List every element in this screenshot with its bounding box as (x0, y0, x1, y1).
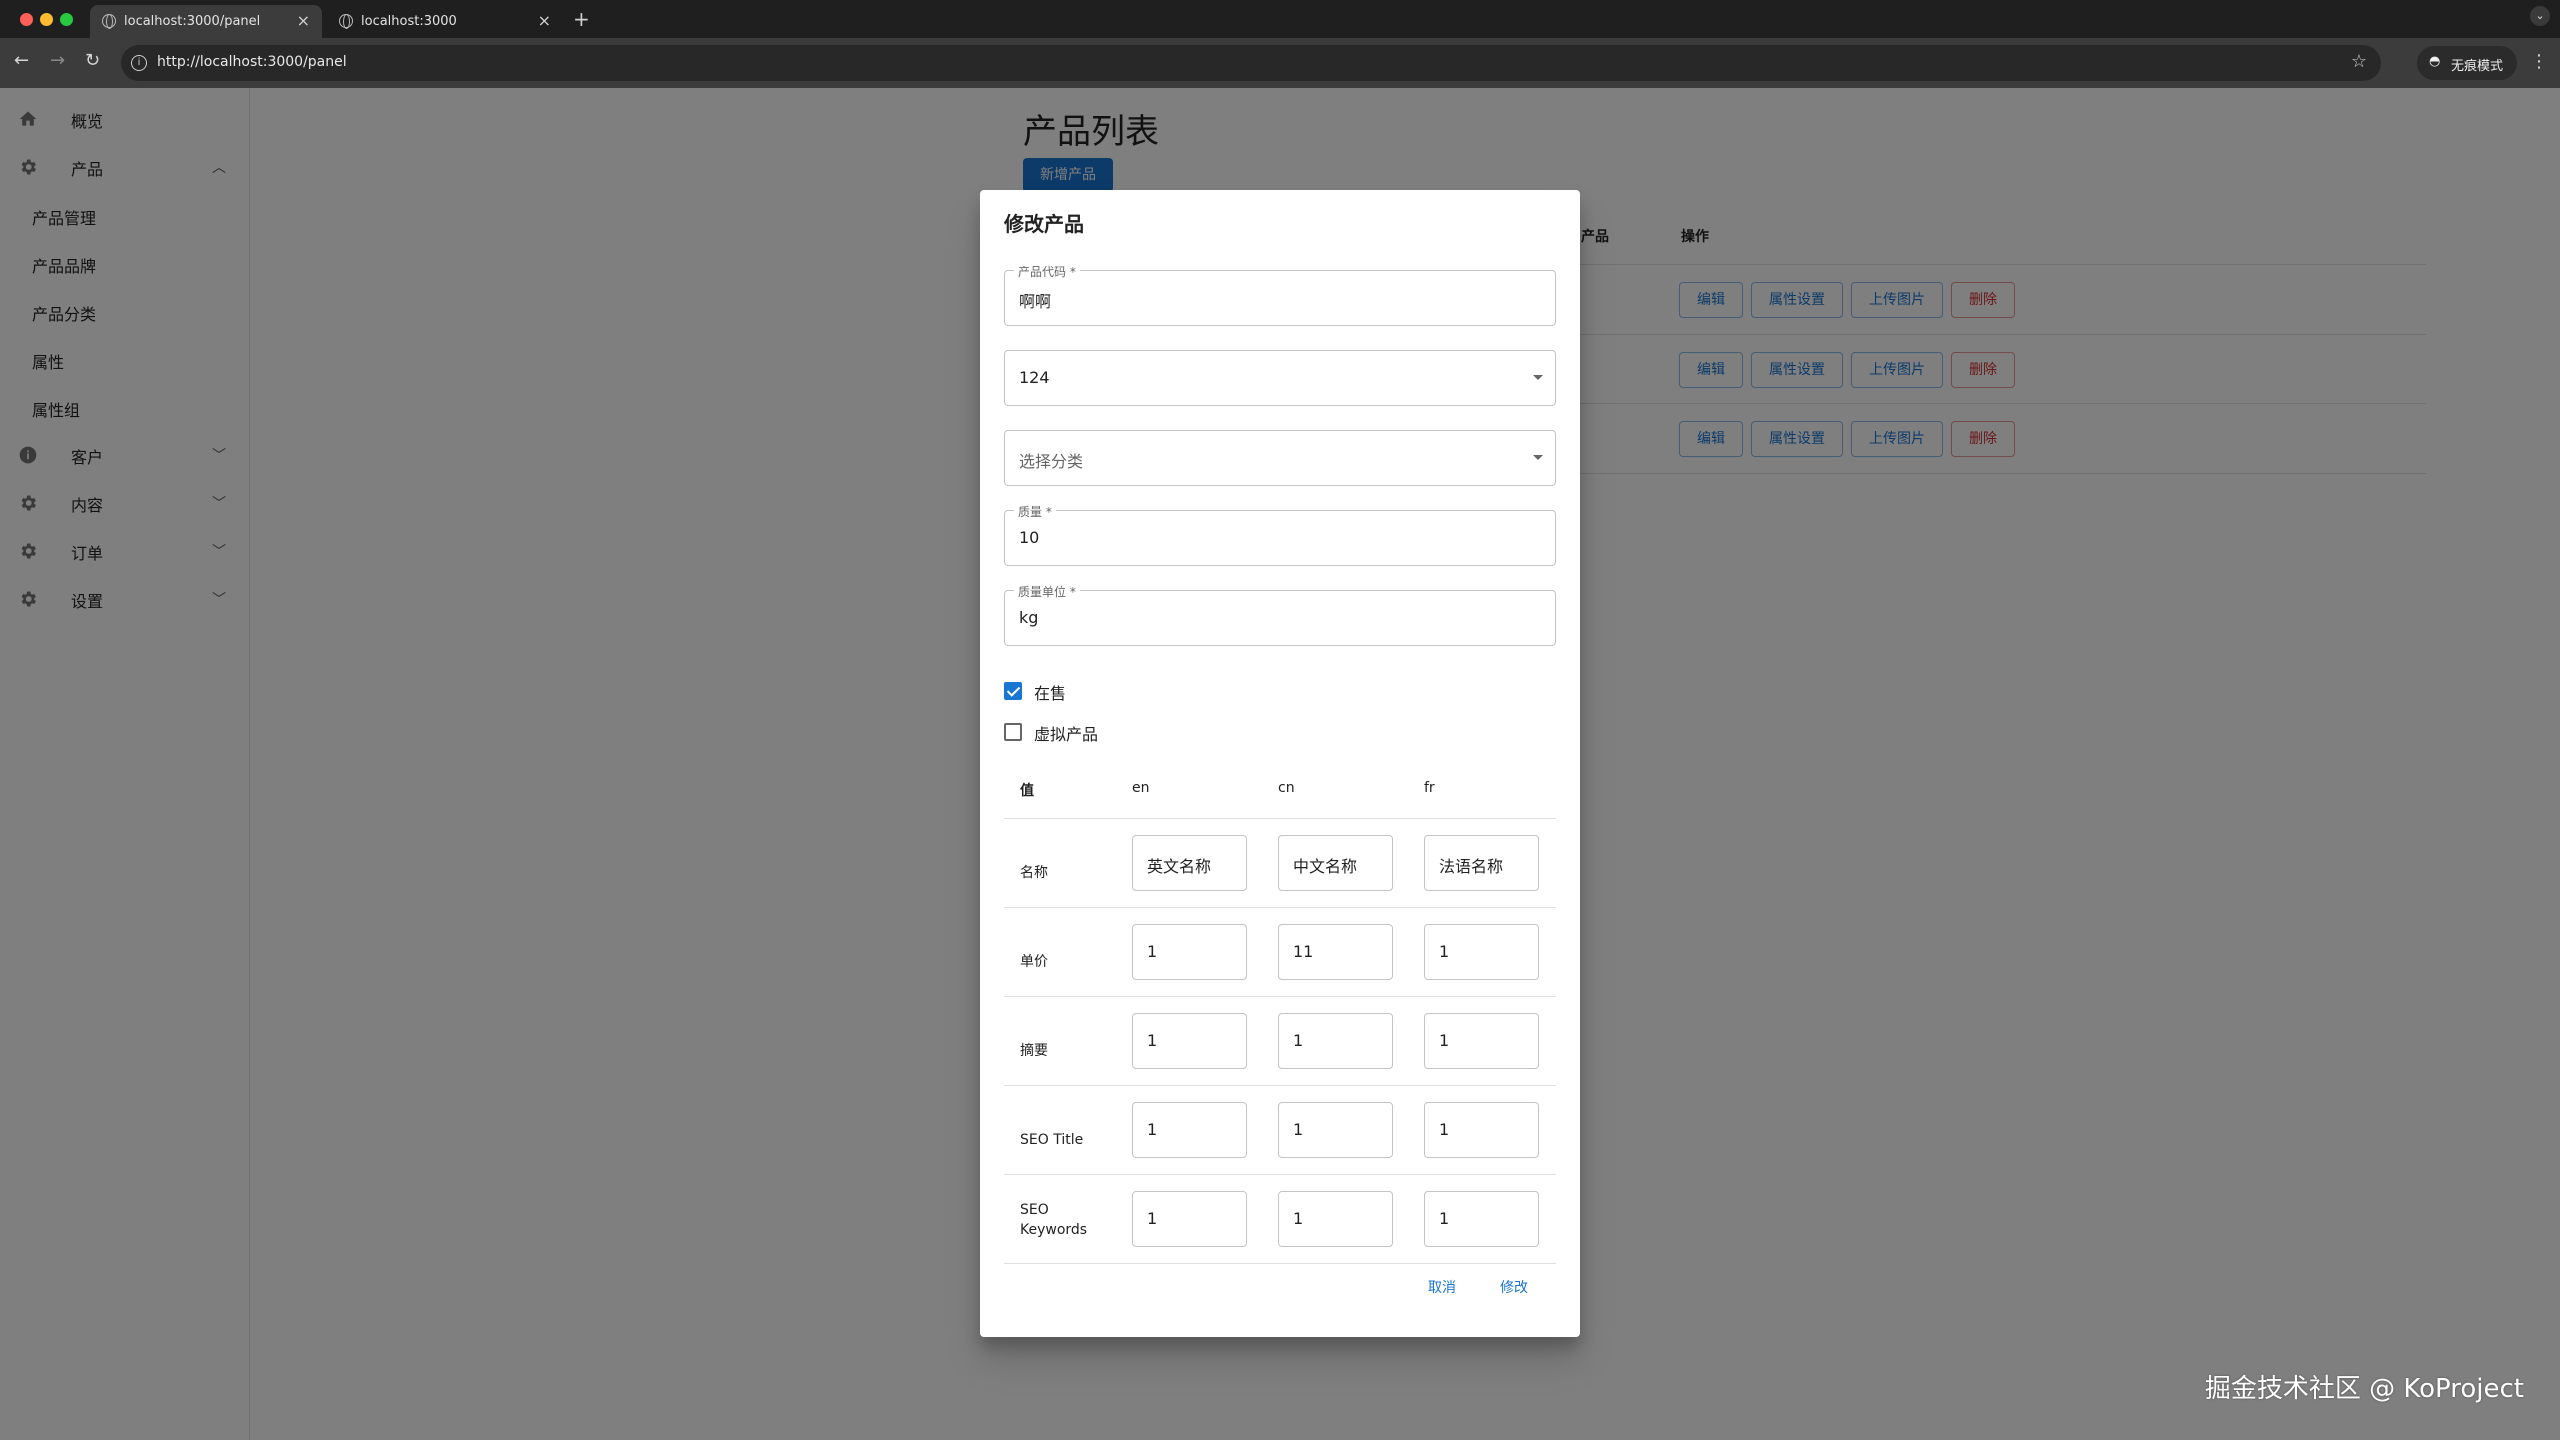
input-value: 1 (1439, 1031, 1450, 1050)
back-arrow-icon[interactable]: ← (14, 51, 29, 71)
reload-icon[interactable]: ↻ (85, 51, 100, 71)
address-bar[interactable]: i http://localhost:3000/panel ☆ (121, 45, 2381, 81)
window-close-button[interactable] (20, 13, 33, 26)
input-value: 1 (1147, 1209, 1158, 1228)
tab-title: localhost:3000 (361, 14, 457, 29)
table-divider (1004, 818, 1556, 819)
row-label-summary: 摘要 (1020, 1043, 1048, 1059)
input-value: 1 (1293, 1209, 1304, 1228)
bookmark-star-icon[interactable]: ☆ (2351, 51, 2367, 72)
row-label-seo-title: SEO Title (1020, 1132, 1084, 1148)
name-cn-input[interactable]: 中文名称 (1278, 835, 1393, 891)
input-value: 1 (1293, 1120, 1304, 1139)
on-sale-label: 在售 (1034, 684, 1067, 703)
input-value: 1 (1439, 1120, 1450, 1139)
dropdown-arrow-icon (1533, 375, 1543, 380)
input-value: 1 (1439, 942, 1450, 961)
virtual-product-label: 虚拟产品 (1034, 725, 1099, 744)
address-url: http://localhost:3000/panel (157, 54, 347, 70)
row-label-price: 单价 (1020, 954, 1048, 970)
field-label: 质量单位 * (1014, 583, 1080, 600)
cancel-button[interactable]: 取消 (1428, 1277, 1456, 1297)
name-en-input[interactable]: 英文名称 (1132, 835, 1247, 891)
seo-title-fr-input[interactable]: 1 (1424, 1102, 1539, 1158)
incognito-indicator[interactable]: ◓ 无痕模式 (2417, 46, 2517, 80)
input-value: 1 (1147, 942, 1158, 961)
incognito-icon: ◓ (2429, 54, 2441, 69)
column-header-fr: fr (1424, 780, 1435, 796)
seo-title-cn-input[interactable]: 1 (1278, 1102, 1393, 1158)
submit-button[interactable]: 修改 (1500, 1277, 1528, 1297)
product-code-field[interactable]: 产品代码 * 啊啊 (1004, 263, 1556, 326)
watermark: 掘金技术社区 @ KoProject (2204, 1374, 2524, 1404)
summary-en-input[interactable]: 1 (1132, 1013, 1247, 1069)
input-value: 中文名称 (1293, 857, 1358, 876)
table-divider (1004, 1085, 1556, 1086)
globe-icon (339, 14, 353, 29)
seo-keywords-cn-input[interactable]: 1 (1278, 1191, 1393, 1247)
price-cn-input[interactable]: 11 (1278, 924, 1393, 980)
table-divider (1004, 1174, 1556, 1175)
row-label-name: 名称 (1020, 865, 1048, 881)
input-value: 1 (1293, 1031, 1304, 1050)
edit-product-dialog: 修改产品 产品代码 * 啊啊 124 选择分类 质量 * 10 质量单位 * k… (980, 190, 1580, 1337)
weight-unit-field[interactable]: 质量单位 * kg (1004, 583, 1556, 646)
select-placeholder: 选择分类 (1019, 452, 1084, 471)
field-value: kg (1019, 608, 1039, 627)
field-value: 啊啊 (1019, 292, 1052, 311)
input-value: 法语名称 (1439, 857, 1504, 876)
new-tab-icon[interactable]: + (573, 7, 590, 31)
tab-close-icon[interactable]: × (538, 11, 551, 30)
column-header-cn: cn (1278, 780, 1295, 796)
price-en-input[interactable]: 1 (1132, 924, 1247, 980)
seo-keywords-en-input[interactable]: 1 (1132, 1191, 1247, 1247)
browser-tab-bar: localhost:3000/panel × localhost:3000 × … (0, 0, 2560, 38)
tab-search-icon[interactable]: ⌄ (2530, 6, 2550, 26)
brand-select[interactable]: 124 (1004, 350, 1556, 406)
summary-cn-input[interactable]: 1 (1278, 1013, 1393, 1069)
browser-toolbar: ← → ↻ i http://localhost:3000/panel ☆ ◓ … (0, 38, 2560, 88)
column-header-en: en (1132, 780, 1150, 796)
field-label: 产品代码 * (1014, 263, 1080, 280)
forward-arrow-icon[interactable]: → (50, 51, 65, 71)
name-fr-input[interactable]: 法语名称 (1424, 835, 1539, 891)
incognito-label: 无痕模式 (2451, 59, 2504, 74)
tab-close-icon[interactable]: × (297, 11, 310, 30)
column-header-value: 值 (1020, 783, 1034, 799)
seo-title-en-input[interactable]: 1 (1132, 1102, 1247, 1158)
table-divider (1004, 1263, 1556, 1264)
globe-icon (102, 14, 116, 29)
field-label: 质量 * (1014, 503, 1056, 520)
price-fr-input[interactable]: 1 (1424, 924, 1539, 980)
on-sale-checkbox[interactable] (1004, 682, 1022, 700)
table-divider (1004, 907, 1556, 908)
dropdown-arrow-icon (1533, 455, 1543, 460)
field-value: 10 (1019, 528, 1040, 547)
window-maximize-button[interactable] (60, 13, 73, 26)
input-value: 英文名称 (1147, 857, 1212, 876)
browser-tab-home[interactable]: localhost:3000 × (327, 5, 563, 38)
seo-keywords-fr-input[interactable]: 1 (1424, 1191, 1539, 1247)
row-label-seo-keywords: SEO Keywords (1020, 1202, 1088, 1238)
browser-menu-icon[interactable]: ⋮ (2530, 51, 2548, 72)
input-value: 11 (1293, 942, 1314, 961)
input-value: 1 (1147, 1031, 1158, 1050)
browser-tab-panel[interactable]: localhost:3000/panel × (90, 5, 322, 38)
input-value: 1 (1147, 1120, 1158, 1139)
category-select[interactable]: 选择分类 (1004, 430, 1556, 486)
select-value: 124 (1019, 368, 1050, 387)
input-value: 1 (1439, 1209, 1450, 1228)
window-minimize-button[interactable] (40, 13, 53, 26)
tab-title: localhost:3000/panel (124, 14, 261, 29)
virtual-product-checkbox[interactable] (1004, 723, 1022, 741)
dialog-title: 修改产品 (1004, 212, 1084, 236)
table-divider (1004, 996, 1556, 997)
summary-fr-input[interactable]: 1 (1424, 1013, 1539, 1069)
site-info-icon[interactable]: i (131, 55, 147, 71)
weight-field[interactable]: 质量 * 10 (1004, 503, 1556, 566)
